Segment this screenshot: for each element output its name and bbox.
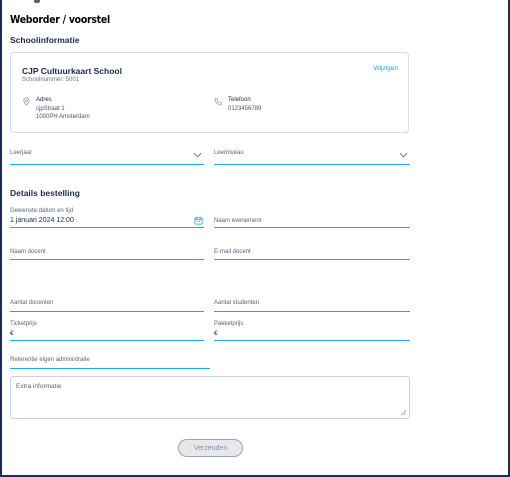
ticket-price-label: Ticketprijs bbox=[10, 321, 37, 327]
extra-info-placeholder: Extra informatie bbox=[16, 383, 62, 390]
resize-handle-icon[interactable] bbox=[400, 409, 407, 416]
leerniveau-label: Leerniveau bbox=[214, 150, 244, 156]
package-price-label: Pakketprijs bbox=[214, 321, 244, 327]
ticket-price-currency: € bbox=[10, 330, 14, 337]
address-label: Adres bbox=[36, 97, 52, 103]
chevron-down-icon bbox=[399, 152, 408, 158]
leerniveau-select[interactable]: Leerniveau bbox=[214, 149, 410, 165]
event-name-input[interactable]: Naam evenement bbox=[214, 212, 410, 228]
reference-label: Referentie eigen administratie bbox=[10, 357, 90, 363]
phone-icon bbox=[214, 98, 222, 106]
extra-info-textarea[interactable]: Extra informatie bbox=[10, 376, 410, 419]
num-students-input[interactable]: Aantal studenten bbox=[214, 296, 410, 312]
num-teachers-input[interactable]: Aantal docenten bbox=[10, 296, 204, 312]
calendar-icon[interactable] bbox=[194, 216, 203, 225]
phone-value: 0123456789 bbox=[228, 106, 262, 112]
leerjaar-select[interactable]: Leerjaar bbox=[10, 149, 204, 165]
school-card: CJP Cultuurkaart School Schoolnummer: 50… bbox=[10, 52, 409, 133]
phone-label: Telefoon bbox=[228, 97, 251, 103]
school-name: CJP Cultuurkaart School bbox=[22, 66, 122, 76]
chevron-down-icon bbox=[193, 152, 202, 158]
address-line-2: 1000PH Amsterdam bbox=[36, 114, 90, 120]
top-edge-fragment bbox=[34, 0, 40, 3]
school-section-title: Schoolinformatie bbox=[10, 35, 80, 45]
datetime-label: Gewenste datum en tijd bbox=[10, 208, 74, 214]
ticket-price-input[interactable]: Ticketprijs € bbox=[10, 320, 204, 341]
datetime-field[interactable]: Gewenste datum en tijd 1 januari 2024 12… bbox=[10, 207, 204, 228]
teacher-email-input[interactable]: E-mail docent bbox=[214, 244, 410, 260]
order-section-title: Details bestelling bbox=[10, 188, 80, 198]
num-teachers-label: Aantal docenten bbox=[10, 300, 54, 306]
package-price-currency: € bbox=[214, 330, 218, 337]
teacher-email-label: E-mail docent bbox=[214, 249, 251, 255]
datetime-value: 1 januari 2024 12:00 bbox=[10, 217, 74, 224]
teacher-name-label: Naam docent bbox=[10, 249, 46, 255]
package-price-input[interactable]: Pakketprijs € bbox=[214, 320, 410, 341]
school-number: Schoolnummer: 5001 bbox=[22, 77, 80, 83]
address-line-1: cjpStraat 1 bbox=[36, 106, 65, 112]
event-name-label: Naam evenement bbox=[214, 218, 262, 224]
teacher-name-input[interactable]: Naam docent bbox=[10, 244, 204, 260]
submit-button[interactable]: Verzenden bbox=[178, 439, 243, 457]
reference-input[interactable]: Referentie eigen administratie bbox=[10, 353, 210, 369]
num-students-label: Aantal studenten bbox=[214, 300, 260, 306]
location-pin-icon bbox=[23, 97, 30, 106]
leerjaar-label: Leerjaar bbox=[10, 150, 33, 156]
page-title: Weborder / voorstel bbox=[10, 13, 110, 26]
edit-school-link[interactable]: Wijzigen bbox=[373, 65, 398, 72]
